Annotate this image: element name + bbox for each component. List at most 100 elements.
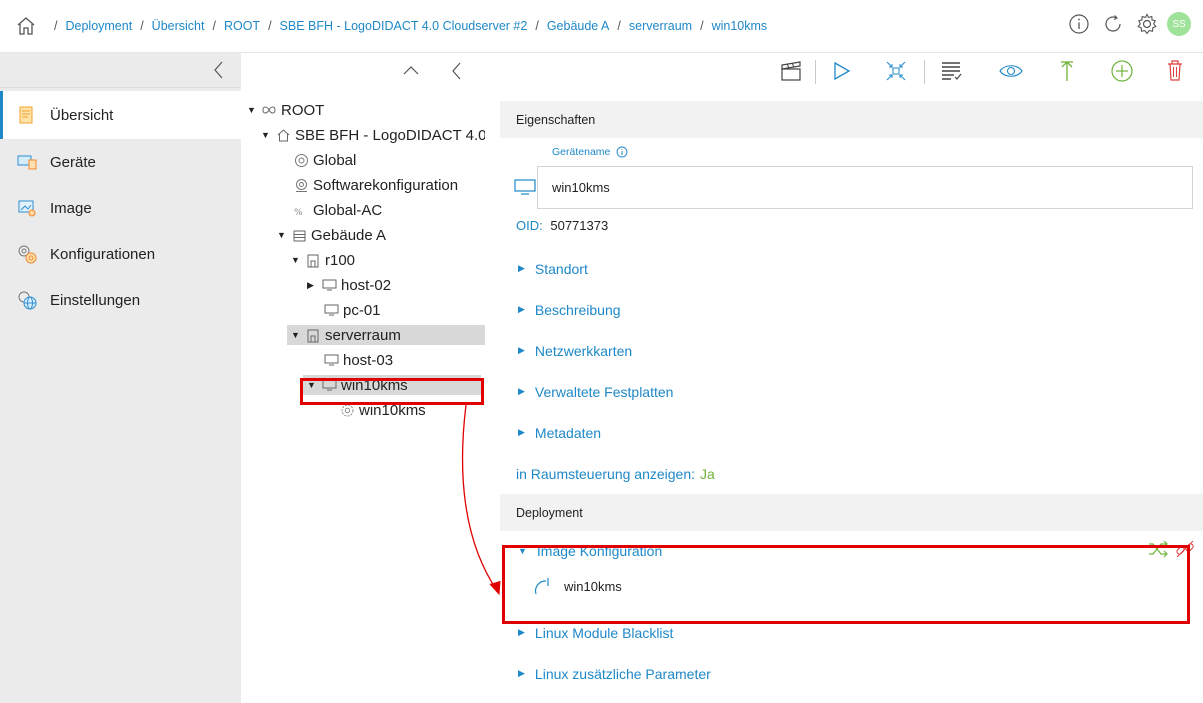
caret-right-icon: ▶ — [518, 263, 525, 273]
tree-node-global[interactable]: Global — [291, 150, 356, 170]
caret-down-icon[interactable]: ▼ — [261, 130, 273, 140]
monitor-icon — [323, 302, 339, 318]
image-icon — [16, 197, 38, 219]
trash-icon[interactable] — [1161, 57, 1189, 85]
chevron-up-icon[interactable] — [401, 60, 421, 87]
breadcrumb-item-deployment[interactable]: Deployment — [65, 19, 132, 33]
raumsteuerung-label: in Raumsteuerung anzeigen: — [516, 465, 696, 482]
compress-icon[interactable] — [882, 57, 910, 85]
tree-node-host-03[interactable]: host-03 — [321, 350, 393, 370]
sidebar-item-label: Geräte — [50, 153, 96, 171]
refresh-icon[interactable] — [1099, 10, 1127, 38]
accordion-label: Standort — [534, 260, 588, 277]
settings-gear-icon[interactable] — [1133, 10, 1161, 38]
clapperboard-icon[interactable] — [777, 57, 805, 85]
tree-node-global-ac[interactable]: % Global-AC — [291, 200, 383, 220]
tree-node-label: Softwarekonfiguration — [313, 176, 459, 194]
tree-node-root[interactable]: ▼ ROOT — [247, 100, 324, 120]
tree-node-gebaeude[interactable]: ▼ Gebäude A — [277, 225, 386, 245]
devices-icon — [16, 151, 38, 173]
caret-down-icon[interactable]: ▼ — [247, 105, 259, 115]
tree-node-label: Global-AC — [313, 201, 383, 219]
breadcrumb-separator: / — [268, 19, 272, 33]
toolbar-divider — [815, 60, 816, 84]
accordion-label: Linux Module Blacklist — [534, 624, 674, 641]
tree-node-label: host-03 — [343, 351, 394, 369]
sidebar-item-uebersicht[interactable]: Übersicht — [0, 91, 241, 139]
caret-right-icon[interactable]: ▶ — [307, 280, 319, 291]
tree-node-host-02[interactable]: ▶ host-02 — [307, 275, 391, 295]
accordion-verwaltete-festplatten[interactable]: ▶ Verwaltete Festplatten — [500, 371, 1203, 412]
breadcrumb-item-server[interactable]: SBE BFH - LogoDIDACT 4.0 Cloudserver #2 — [280, 19, 528, 33]
tree-node-server[interactable]: ▼ SBE BFH - LogoDIDACT 4.0 — [261, 125, 486, 145]
sidebar-item-image[interactable]: Image — [0, 185, 241, 231]
tree-node-r100[interactable]: ▼ r100 — [291, 250, 355, 270]
accordion-linux-zusaetzliche-parameter[interactable]: ▶ Linux zusätzliche Parameter — [500, 653, 1203, 694]
play-icon[interactable] — [827, 57, 855, 85]
caret-down-icon[interactable]: ▼ — [307, 380, 319, 390]
raumsteuerung-value[interactable]: Ja — [700, 466, 715, 482]
accordion-label: Linux zusätzliche Parameter — [534, 665, 711, 682]
tree-node-win10kms-config[interactable]: win10kms — [337, 400, 426, 420]
breadcrumb-item-uebersicht[interactable]: Übersicht — [152, 19, 205, 33]
oid-row: OID: 50771373 — [516, 218, 608, 233]
breadcrumb-separator: / — [212, 19, 216, 33]
accordion-netzwerkkarten[interactable]: ▶ Netzwerkkarten — [500, 330, 1203, 371]
caret-right-icon: ▶ — [518, 345, 525, 355]
tree-node-label: host-02 — [341, 276, 392, 294]
shuffle-icon[interactable] — [1147, 539, 1169, 564]
tree-node-pc-01[interactable]: pc-01 — [321, 300, 381, 320]
tree-node-label: ROOT — [281, 101, 325, 119]
sidebar-item-label: Übersicht — [50, 106, 114, 124]
add-circle-icon[interactable] — [1108, 57, 1136, 85]
overview-icon — [16, 104, 38, 126]
svg-text:%: % — [294, 208, 303, 218]
caret-down-icon[interactable]: ▼ — [291, 330, 303, 340]
oid-label: OID: — [516, 218, 543, 233]
detail-content: Eigenschaften Gerätename win10kms OID: 5… — [500, 101, 1203, 703]
caret-down-icon[interactable]: ▼ — [277, 230, 289, 240]
upload-arrow-icon[interactable] — [1053, 57, 1081, 85]
sidebar-item-einstellungen[interactable]: Einstellungen — [0, 277, 241, 323]
info-icon[interactable] — [1065, 10, 1093, 38]
accordion-metadaten[interactable]: ▶ Metadaten — [500, 412, 1203, 453]
caret-down-icon[interactable]: ▼ — [291, 255, 303, 265]
eye-icon[interactable] — [997, 57, 1025, 85]
chevron-left-icon[interactable] — [449, 60, 465, 87]
tree-node-serverraum[interactable]: ▼ serverraum — [287, 325, 485, 345]
breadcrumb-separator: / — [140, 19, 144, 33]
breadcrumb-item-serverraum[interactable]: serverraum — [629, 19, 692, 33]
tree-node-label: win10kms — [359, 401, 426, 419]
device-name-label: Gerätename — [552, 146, 628, 158]
device-name-input[interactable]: win10kms — [537, 166, 1193, 209]
breadcrumb-separator: / — [700, 19, 704, 33]
monitor-icon — [321, 377, 337, 393]
accordion-standort[interactable]: ▶ Standort — [500, 248, 1203, 289]
home-icon[interactable] — [6, 6, 46, 46]
home-icon — [275, 127, 291, 143]
breadcrumb-item-gebaeude[interactable]: Gebäude A — [547, 19, 610, 33]
tree-node-win10kms[interactable]: ▼ win10kms — [303, 375, 481, 395]
sidebar-item-geraete[interactable]: Geräte — [0, 139, 241, 185]
monitor-icon — [323, 352, 339, 368]
accordion-image-konfiguration[interactable]: ▼ Image Konfiguration — [500, 531, 1203, 571]
unlink-icon[interactable] — [1175, 539, 1195, 564]
user-avatar[interactable]: SS — [1167, 12, 1191, 36]
tree-node-label: Global — [313, 151, 357, 169]
tree-node-label: pc-01 — [343, 301, 381, 319]
breadcrumb-item-win10kms[interactable]: win10kms — [712, 19, 768, 33]
accordion-linux-module-blacklist[interactable]: ▶ Linux Module Blacklist — [500, 612, 1203, 653]
section-header-deployment: Deployment — [500, 494, 1203, 531]
breadcrumb-separator: / — [617, 19, 621, 33]
image-configuration-item[interactable]: win10kms — [532, 575, 622, 597]
info-icon — [616, 146, 628, 158]
tree-header — [241, 53, 485, 88]
chevron-left-icon[interactable] — [211, 59, 227, 86]
accordion-beschreibung[interactable]: ▶ Beschreibung — [500, 289, 1203, 330]
sidebar-item-konfigurationen[interactable]: Konfigurationen — [0, 231, 241, 277]
tree-node-softwarekonfiguration[interactable]: Softwarekonfiguration — [291, 175, 458, 195]
building-icon — [291, 227, 307, 243]
list-icon[interactable] — [937, 57, 965, 85]
breadcrumb-item-root[interactable]: ROOT — [224, 19, 260, 33]
image-configuration-actions — [1147, 539, 1195, 564]
